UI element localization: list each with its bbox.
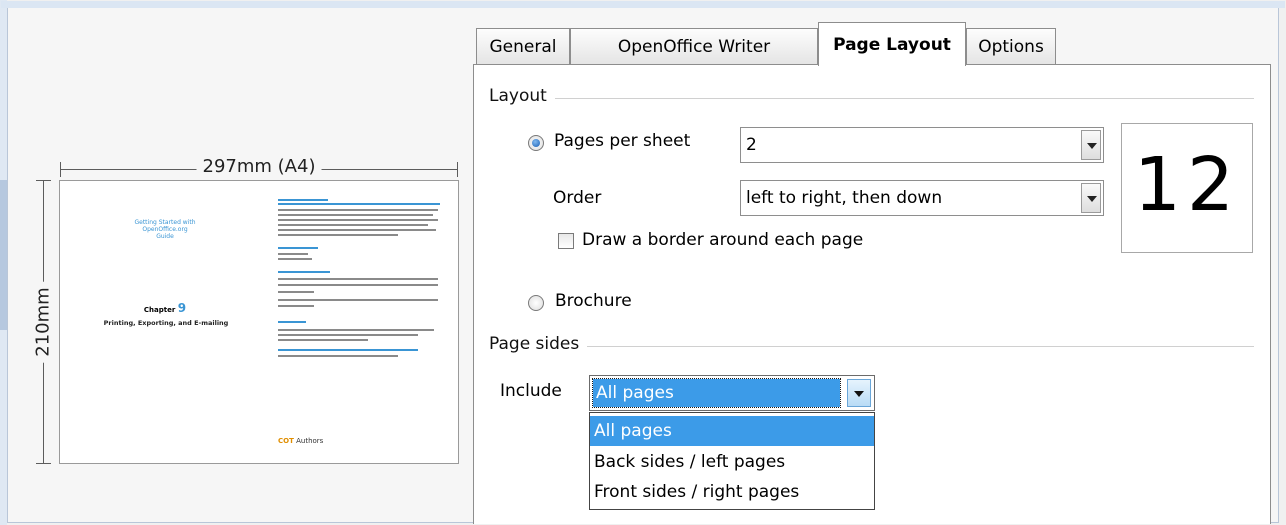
pages-per-sheet-radio[interactable] [528,135,544,151]
pages-per-sheet-select[interactable]: 2 [740,127,1104,163]
brochure-radio[interactable] [528,295,544,311]
include-option-all-pages[interactable]: All pages [590,416,874,446]
order-label: Order [553,188,602,208]
preview-header-rule [278,203,440,205]
preview-doc-title: Getting Started with OpenOffice.org Guid… [134,219,196,240]
brochure-label: Brochure [555,291,632,311]
order-select[interactable]: left to right, then down [740,180,1104,216]
include-option-back-sides[interactable]: Back sides / left pages [590,447,874,477]
page-sides-section-title: Page sides [489,334,588,354]
tab-general[interactable]: General [476,28,570,65]
layout-section-title: Layout [489,86,555,106]
width-label: 297mm (A4) [196,156,322,177]
include-select[interactable]: All pages [589,375,875,411]
chevron-down-icon[interactable] [1081,130,1101,160]
pages-per-sheet-preview: 12 [1121,123,1253,253]
tab-openoffice-writer[interactable]: OpenOffice Writer [570,28,818,65]
preview-chapter-subtitle: Printing, Exporting, and E-mailing [103,319,229,327]
include-option-front-sides[interactable]: Front sides / right pages [590,477,874,507]
chevron-down-icon[interactable] [1081,183,1101,213]
chevron-down-icon[interactable] [847,379,871,407]
height-label: 210mm [32,281,54,363]
include-label: Include [500,381,562,401]
window-edge [0,0,7,525]
pages-per-sheet-label: Pages per sheet [554,131,691,151]
tab-page-layout[interactable]: Page Layout [818,22,966,66]
preview-footer: COT Authors [278,437,324,445]
border-label: Draw a border around each page [582,230,864,250]
page-sides-separator [490,346,1254,347]
border-checkbox[interactable] [558,233,574,249]
include-dropdown-list: All pages Back sides / left pages Front … [589,412,875,510]
tab-options[interactable]: Options [966,28,1056,65]
preview-chapter: Chapter 9 [143,301,187,315]
height-dimension: 210mm [28,180,58,464]
layout-separator [490,98,1254,99]
page-preview: Getting Started with OpenOffice.org Guid… [59,180,459,464]
